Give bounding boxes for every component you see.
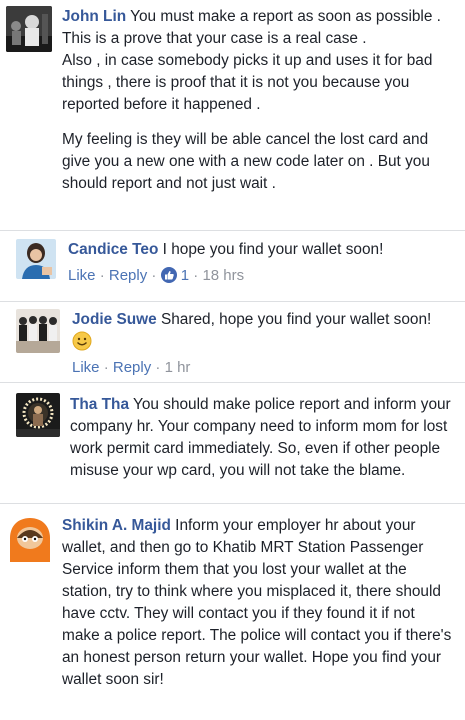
like-link[interactable]: Like <box>72 359 100 376</box>
comment-actions: Like · Reply · 1 hr <box>72 358 190 378</box>
like-link[interactable]: Like <box>68 267 96 284</box>
avatar-image <box>16 393 60 437</box>
separator: · <box>151 267 157 284</box>
avatar[interactable] <box>16 393 60 437</box>
comment-text: Shared, hope you find your wallet soon! <box>156 311 432 328</box>
comment-jodie-suwe: Jodie Suwe Shared, hope you find your wa… <box>0 302 465 382</box>
author-name[interactable]: Shikin A. Majid <box>62 517 171 534</box>
comment-actions: Like · Reply · 1 · 18 hrs <box>68 266 244 286</box>
avatar[interactable] <box>16 309 60 353</box>
separator: · <box>99 267 105 284</box>
avatar-image <box>16 239 56 279</box>
comment-shikin-a-majid: Shikin A. Majid Inform your employer hr … <box>0 504 465 720</box>
comment-body: Jodie Suwe Shared, hope you find your wa… <box>72 309 452 358</box>
smiley-emoji-icon <box>72 331 92 358</box>
author-name[interactable]: John Lin <box>62 8 126 25</box>
author-name[interactable]: Candice Teo <box>68 241 158 258</box>
author-name[interactable]: Tha Tha <box>70 396 129 413</box>
comment-body: Shikin A. Majid Inform your employer hr … <box>62 515 454 691</box>
comment-text: Inform your employer hr about your walle… <box>62 517 452 688</box>
reaction-count[interactable]: 1 <box>181 267 189 284</box>
reply-link[interactable]: Reply <box>113 359 151 376</box>
avatar-image <box>6 514 54 562</box>
avatar[interactable] <box>16 239 56 279</box>
comment-tha-tha: Tha Tha You should make police report an… <box>0 383 465 503</box>
comment-body: John Lin You must make a report as soon … <box>62 6 458 195</box>
comment-body: Candice Teo I hope you find your wallet … <box>68 239 458 261</box>
avatar[interactable] <box>6 514 54 562</box>
avatar-image <box>6 6 52 52</box>
comment-text: I hope you find your wallet soon! <box>158 241 384 258</box>
comment-candice-teo: Candice Teo I hope you find your wallet … <box>0 231 465 301</box>
separator: · <box>193 267 199 284</box>
avatar[interactable] <box>6 6 52 52</box>
thumbs-up-icon[interactable] <box>160 267 177 283</box>
comment-john-lin: John Lin You must make a report as soon … <box>0 0 465 230</box>
separator: · <box>103 359 109 376</box>
comment-body: Tha Tha You should make police report an… <box>70 394 454 482</box>
separator: · <box>155 359 161 376</box>
comment-text: My feeling is they will be able cancel t… <box>62 131 430 192</box>
author-name[interactable]: Jodie Suwe <box>72 311 157 328</box>
reply-link[interactable]: Reply <box>109 267 147 284</box>
avatar-image <box>16 309 60 353</box>
comment-text: Also , in case somebody picks it up and … <box>62 52 433 113</box>
timestamp[interactable]: 18 hrs <box>202 267 244 284</box>
timestamp[interactable]: 1 hr <box>165 359 191 376</box>
